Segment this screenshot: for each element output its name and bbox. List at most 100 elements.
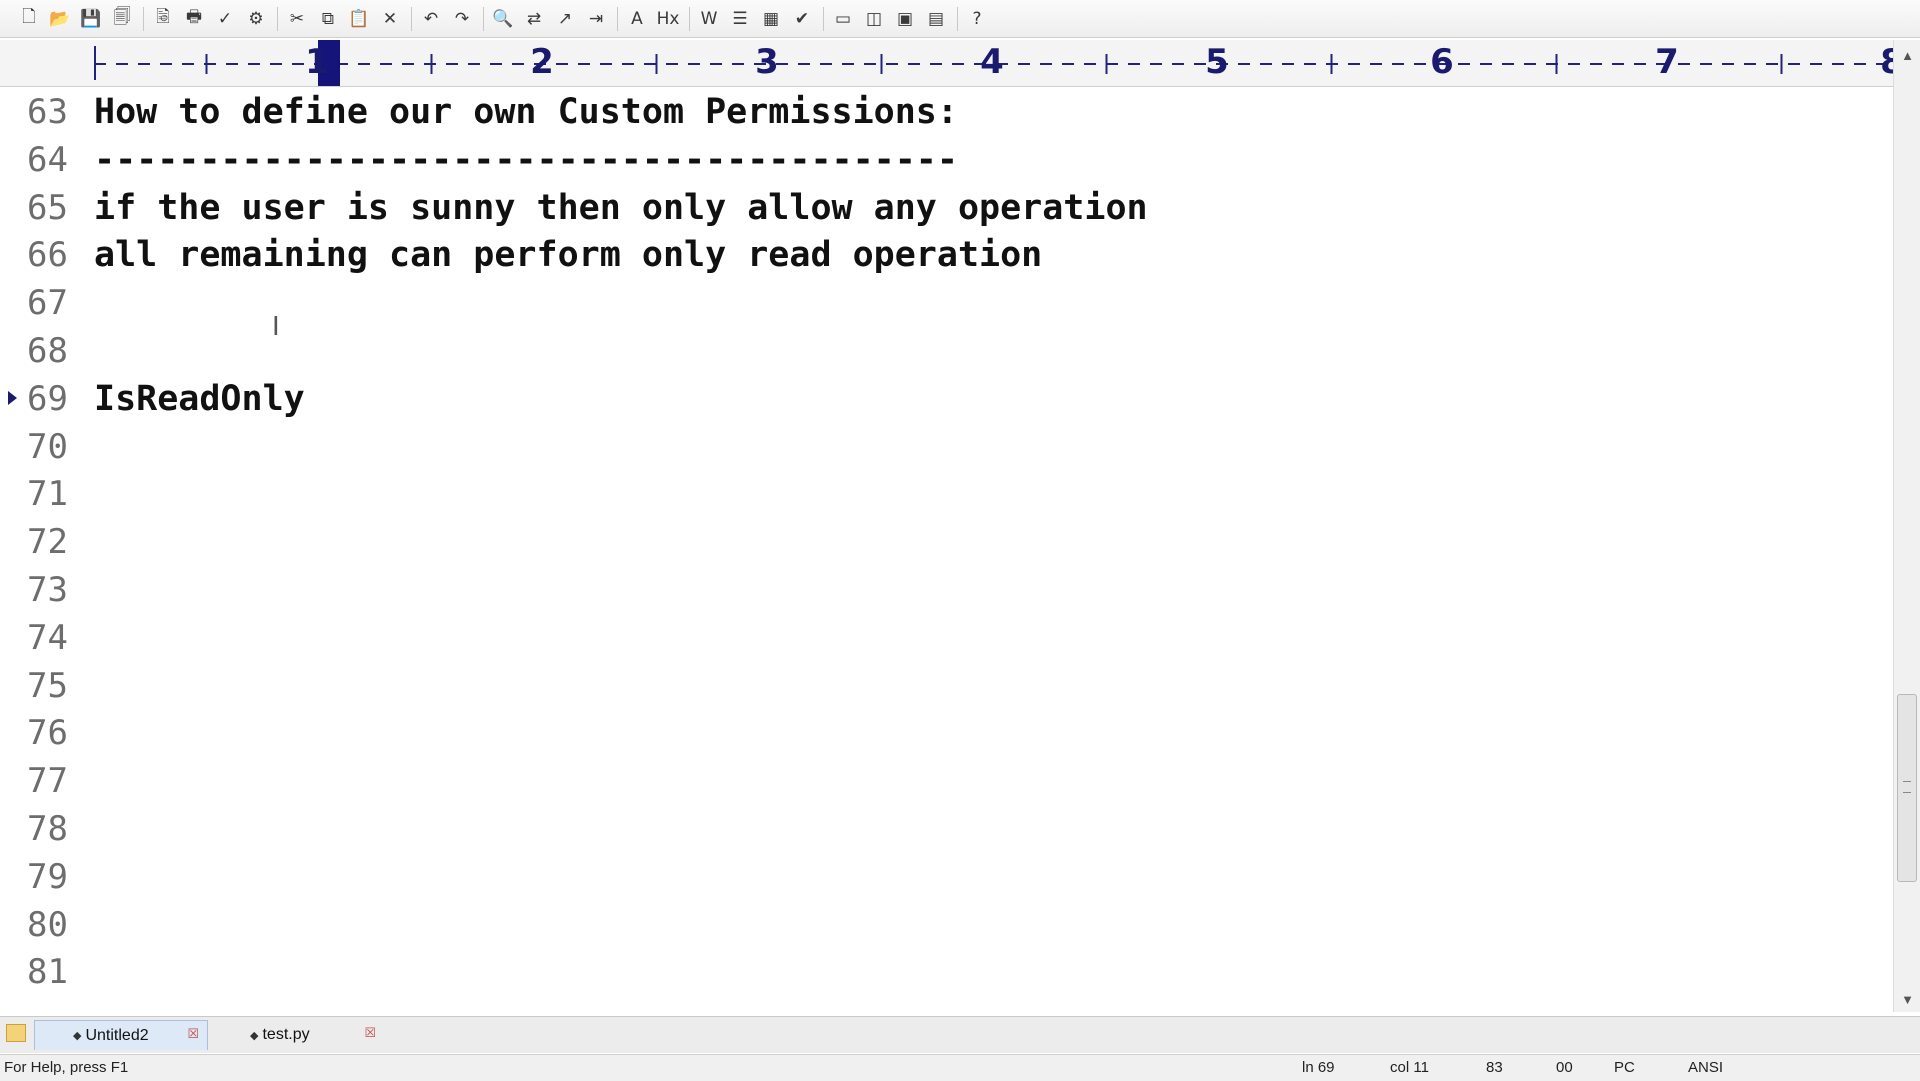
line-number: 75 <box>27 665 68 706</box>
window-icon[interactable]: ▭ <box>830 6 856 32</box>
editor-line[interactable]: 79 <box>0 853 1893 901</box>
toolbar-separator <box>823 6 824 31</box>
status-column: col 11 <box>1390 1059 1429 1076</box>
ruler-ticks <box>94 54 1890 74</box>
tab-label: Untitled2 <box>85 1026 149 1044</box>
grip-icon <box>1903 781 1911 793</box>
document-icon[interactable]: ▤ <box>923 6 949 32</box>
editor-line[interactable]: 69 IsReadOnly <box>0 375 1893 423</box>
indent-icon[interactable]: ⇥ <box>583 6 609 32</box>
paste-icon[interactable]: 📋 <box>346 6 372 32</box>
editor-line[interactable]: 64 --------------------------------------… <box>0 136 1893 184</box>
redo-icon[interactable]: ↷ <box>449 6 475 32</box>
editor-line[interactable]: 66 all remaining can perform only read op… <box>0 231 1893 279</box>
spell-check-icon[interactable]: ✓ <box>212 6 238 32</box>
hex-icon[interactable]: Hx <box>655 6 681 32</box>
ruler-number: 1 <box>305 42 329 82</box>
editor-line[interactable]: 65 if the user is sunny then only allow a… <box>0 184 1893 232</box>
goto-icon[interactable]: ↗ <box>552 6 578 32</box>
editor-line[interactable]: 75 <box>0 662 1893 710</box>
scrollbar-thumb[interactable] <box>1897 694 1917 882</box>
folder-icon[interactable] <box>6 1024 26 1042</box>
editor-line[interactable]: 72 <box>0 518 1893 566</box>
editor-line[interactable]: 78 <box>0 805 1893 853</box>
help-icon[interactable]: ? <box>964 6 990 32</box>
toolbar-separator <box>957 6 958 31</box>
line-number: 76 <box>27 713 68 754</box>
line-text[interactable]: IsReadOnly <box>94 375 305 423</box>
modified-dot-icon: ◆ <box>73 1030 82 1042</box>
close-icon[interactable]: ☒ <box>364 1026 376 1041</box>
status-mode: PC <box>1614 1059 1635 1076</box>
editor-line[interactable]: 80 <box>0 901 1893 949</box>
status-count: 83 <box>1486 1059 1503 1076</box>
replace-icon[interactable]: ⇄ <box>521 6 547 32</box>
find-icon[interactable]: 🔍 <box>490 6 516 32</box>
vertical-scrollbar[interactable]: ▲ ▼ <box>1893 40 1920 1012</box>
open-file-icon[interactable]: 📂 <box>47 6 73 32</box>
page-setup-icon[interactable]: ⚙ <box>243 6 269 32</box>
editor-line[interactable]: 76 <box>0 709 1893 757</box>
editor-line[interactable]: 63 How to define our own Custom Permissio… <box>0 88 1893 136</box>
toolbar-separator <box>143 6 144 31</box>
line-number: 65 <box>27 187 68 228</box>
line-number: 66 <box>27 235 68 276</box>
cut-icon[interactable]: ✂ <box>284 6 310 32</box>
editor-line[interactable]: 81 <box>0 948 1893 996</box>
ruler: 12345678 <box>0 40 1904 87</box>
list-icon[interactable]: ☰ <box>727 6 753 32</box>
line-text[interactable]: How to define our own Custom Permissions… <box>94 88 958 136</box>
toolbar-separator <box>689 6 690 31</box>
line-number: 68 <box>27 331 68 371</box>
editor-area[interactable]: 63 How to define our own Custom Permissio… <box>0 88 1893 1012</box>
ruler-left-margin <box>94 46 96 80</box>
text-cursor-icon: I <box>272 312 280 342</box>
ruler-number: 4 <box>980 42 1004 82</box>
ruler-number: 2 <box>530 42 554 82</box>
new-file-icon[interactable]: 🗋 <box>16 6 42 32</box>
copy-icon[interactable]: ⧉ <box>315 6 341 32</box>
scroll-down-icon[interactable]: ▼ <box>1894 990 1920 1010</box>
editor-line[interactable]: 70 <box>0 423 1893 471</box>
line-text[interactable]: all remaining can perform only read oper… <box>94 231 1042 279</box>
tab-untitled2[interactable]: ◆ Untitled2 ☒ <box>34 1020 208 1050</box>
editor-line[interactable]: 68 <box>0 327 1893 375</box>
line-number: 74 <box>27 617 68 658</box>
editor-line[interactable]: 77 <box>0 757 1893 805</box>
print-icon[interactable]: 🖶 <box>181 6 207 32</box>
ruler-number: 6 <box>1430 42 1454 82</box>
line-number: 69 <box>27 378 68 419</box>
line-text[interactable]: if the user is sunny then only allow any… <box>94 184 1148 232</box>
delete-icon[interactable]: ✕ <box>377 6 403 32</box>
line-number: 63 <box>27 92 68 132</box>
editor-line[interactable]: 74 <box>0 614 1893 662</box>
column-icon[interactable]: ▦ <box>758 6 784 32</box>
document-tab-bar: ◆ Untitled2 ☒ ◆ test.py ☒ <box>0 1016 1920 1053</box>
status-line: ln 69 <box>1302 1059 1335 1076</box>
word-wrap-icon[interactable]: W <box>696 6 722 32</box>
line-number: 78 <box>27 809 68 849</box>
font-icon[interactable]: A <box>624 6 650 32</box>
toolbar-separator <box>617 6 618 31</box>
status-bar: For Help, press F1 ln 69 col 11 83 00 PC… <box>0 1054 1920 1081</box>
tab-test-py[interactable]: ◆ test.py ☒ <box>234 1020 384 1050</box>
editor-line[interactable]: 67 <box>0 279 1893 327</box>
line-text[interactable]: ----------------------------------------… <box>94 136 958 184</box>
line-number: 77 <box>27 761 68 802</box>
print-preview-icon[interactable]: 🗟 <box>150 6 176 32</box>
line-number: 70 <box>27 426 68 467</box>
split-icon[interactable]: ◫ <box>861 6 887 32</box>
monitor-icon[interactable]: ▣ <box>892 6 918 32</box>
save-icon[interactable]: 💾 <box>78 6 104 32</box>
ruler-number: 3 <box>755 42 779 82</box>
save-all-icon[interactable]: 🗐 <box>109 6 135 32</box>
undo-icon[interactable]: ↶ <box>418 6 444 32</box>
status-code: 00 <box>1556 1059 1573 1076</box>
check-icon[interactable]: ✔ <box>789 6 815 32</box>
close-icon[interactable]: ☒ <box>187 1027 199 1042</box>
line-number: 79 <box>27 856 68 897</box>
editor-line[interactable]: 73 <box>0 566 1893 614</box>
line-number: 72 <box>27 522 68 563</box>
scroll-up-icon[interactable]: ▲ <box>1894 46 1920 66</box>
editor-line[interactable]: 71 <box>0 470 1893 518</box>
